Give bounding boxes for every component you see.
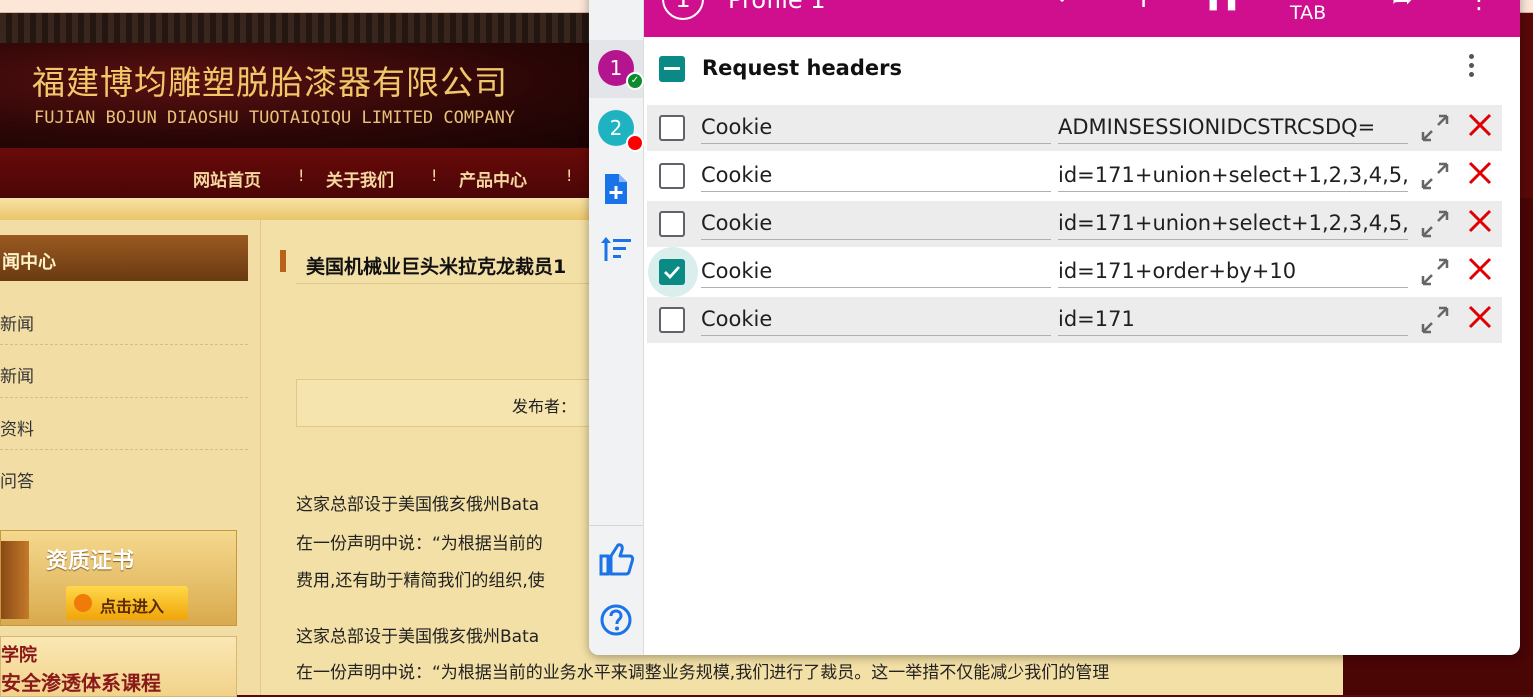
certificate-box: 资质证书 点击进入: [0, 530, 237, 626]
company-name-cn: 福建博均雕塑脱胎漆器有限公司: [32, 63, 508, 102]
school-banner[interactable]: 学院 安全渗透体系课程: [0, 636, 237, 697]
left-link[interactable]: 资料: [0, 415, 34, 440]
header-value-input[interactable]: id=171+union+select+1,2,3,4,5,6: [1058, 209, 1408, 240]
news-section-title: 闻中心: [2, 252, 56, 273]
header-enable-checkbox[interactable]: [659, 259, 685, 285]
delete-icon[interactable]: [1466, 207, 1494, 235]
publisher-label: 发布者：: [512, 397, 577, 416]
news-section-header: 闻中心: [0, 235, 248, 281]
check-icon: ✓: [626, 72, 644, 90]
left-link[interactable]: 新闻: [0, 310, 34, 335]
article-paragraph: 这家总部设于美国俄亥俄州Bata: [296, 495, 540, 515]
header-row: Cookie id=171+union+select+1,2,3,4,5,6: [647, 201, 1502, 247]
add-icon[interactable]: +: [1131, 0, 1156, 15]
nav-separator: !: [566, 166, 573, 185]
add-file-icon[interactable]: [599, 172, 633, 206]
left-link[interactable]: 新闻: [0, 362, 34, 387]
article-title: 美国机械业巨头米拉克龙裁员1: [306, 256, 567, 278]
left-link[interactable]: 问答: [0, 467, 34, 492]
title-marker: [280, 250, 286, 272]
profile-title[interactable]: Profile 1: [728, 0, 826, 14]
minus-icon: [664, 67, 680, 70]
expand-icon[interactable]: [1420, 161, 1450, 191]
header-enable-checkbox[interactable]: [659, 163, 685, 189]
header-enable-checkbox[interactable]: [659, 211, 685, 237]
expand-icon[interactable]: [1420, 113, 1450, 143]
certificate-book-image: [1, 541, 29, 619]
nav-products-link[interactable]: 产品中心: [459, 166, 527, 191]
modheader-panel: 1 ✓ 2 1: [589, 0, 1520, 655]
school-course: 安全渗透体系课程: [1, 671, 161, 695]
profile-number-badge: 1: [662, 0, 704, 20]
more-vert-icon[interactable]: ⋮: [1467, 0, 1491, 14]
profile-sidebar: 1 ✓ 2: [589, 0, 644, 655]
profile-toolbar: 1 Profile 1 ↶ + ❚❚ TAB ➦ ⋮: [644, 0, 1520, 37]
header-row: Cookie id=171: [647, 297, 1502, 343]
request-headers-title: Request headers: [702, 56, 902, 80]
divider: [0, 397, 248, 398]
header-enable-checkbox[interactable]: [659, 307, 685, 333]
header-enable-checkbox[interactable]: [659, 115, 685, 141]
header-value-input[interactable]: id=171+order+by+10: [1058, 257, 1408, 288]
delete-icon[interactable]: [1466, 255, 1494, 283]
company-name-en: FUJIAN BOJUN DIAOSHU TUOTAIQIQU LIMITED …: [34, 108, 516, 128]
header-name-input[interactable]: Cookie: [701, 113, 1051, 144]
article-paragraph: 在一份声明中说：“为根据当前的: [296, 534, 543, 554]
profile-2-tab[interactable]: 2: [589, 100, 644, 158]
school-title: 学院: [1, 645, 37, 666]
help-icon[interactable]: [599, 603, 633, 637]
section-more-icon[interactable]: [1469, 54, 1475, 81]
article-paragraph: 费用,还有助于精简我们的组织,使: [296, 571, 545, 591]
certificate-enter-label: 点击进入: [100, 597, 165, 616]
sort-icon[interactable]: [599, 233, 633, 265]
header-name-input[interactable]: Cookie: [701, 161, 1051, 192]
nav-about-link[interactable]: 关于我们: [326, 166, 394, 191]
error-dot-icon: [626, 134, 644, 152]
header-value-input[interactable]: id=171: [1058, 305, 1408, 336]
divider: [0, 449, 248, 450]
header-name-input[interactable]: Cookie: [701, 209, 1051, 240]
banner-ornament: [0, 13, 620, 43]
certificate-enter-button[interactable]: 点击进入: [66, 586, 188, 620]
check-icon: [664, 266, 681, 280]
share-icon[interactable]: ➦: [1392, 0, 1414, 14]
divider: [296, 283, 596, 284]
header-row: Cookie id=171+union+select+1,2,3,4,5,6: [647, 153, 1502, 199]
delete-icon[interactable]: [1466, 159, 1494, 187]
pause-icon[interactable]: ❚❚: [1204, 0, 1241, 11]
nav-home-link[interactable]: 网站首页: [193, 166, 261, 191]
delete-icon[interactable]: [1466, 303, 1494, 331]
divider: [0, 344, 248, 345]
menu-icon[interactable]: [603, 0, 631, 8]
certificate-title: 资质证书: [46, 549, 135, 574]
request-headers-header: Request headers: [644, 37, 1520, 99]
header-name-input[interactable]: Cookie: [701, 257, 1051, 288]
header-value-input[interactable]: ADMINSESSIONIDCSTRCSDQ=: [1058, 113, 1408, 144]
play-icon: [74, 594, 92, 612]
thumbs-up-icon[interactable]: [599, 541, 635, 577]
header-name-input[interactable]: Cookie: [701, 305, 1051, 336]
site-navbar: 网站首页 ! 关于我们 ! 产品中心 !: [0, 148, 620, 198]
expand-icon[interactable]: [1420, 209, 1450, 239]
undo-icon[interactable]: ↶: [1056, 0, 1078, 14]
header-value-input[interactable]: id=171+union+select+1,2,3,4,5,6: [1058, 161, 1408, 192]
nav-separator: !: [431, 166, 438, 185]
header-row: Cookie id=171+order+by+10: [647, 247, 1502, 297]
expand-icon[interactable]: [1420, 305, 1450, 335]
header-row: Cookie ADMINSESSIONIDCSTRCSDQ=: [647, 105, 1502, 151]
article-paragraph: 在一份声明中说：“为根据当前的业务水平来调整业务规模,我们进行了裁员。这一举措不…: [296, 663, 1110, 683]
divider: [589, 525, 643, 526]
nav-separator: !: [298, 166, 305, 185]
tab-lock-button[interactable]: TAB: [1290, 2, 1326, 24]
profile-1-tab[interactable]: 1 ✓: [589, 40, 644, 98]
publisher-box: 发布者：: [296, 379, 598, 427]
article-paragraph: 这家总部设于美国俄亥俄州Bata: [296, 627, 540, 647]
select-all-checkbox[interactable]: [659, 56, 685, 82]
expand-icon[interactable]: [1420, 257, 1450, 287]
delete-icon[interactable]: [1466, 111, 1494, 139]
